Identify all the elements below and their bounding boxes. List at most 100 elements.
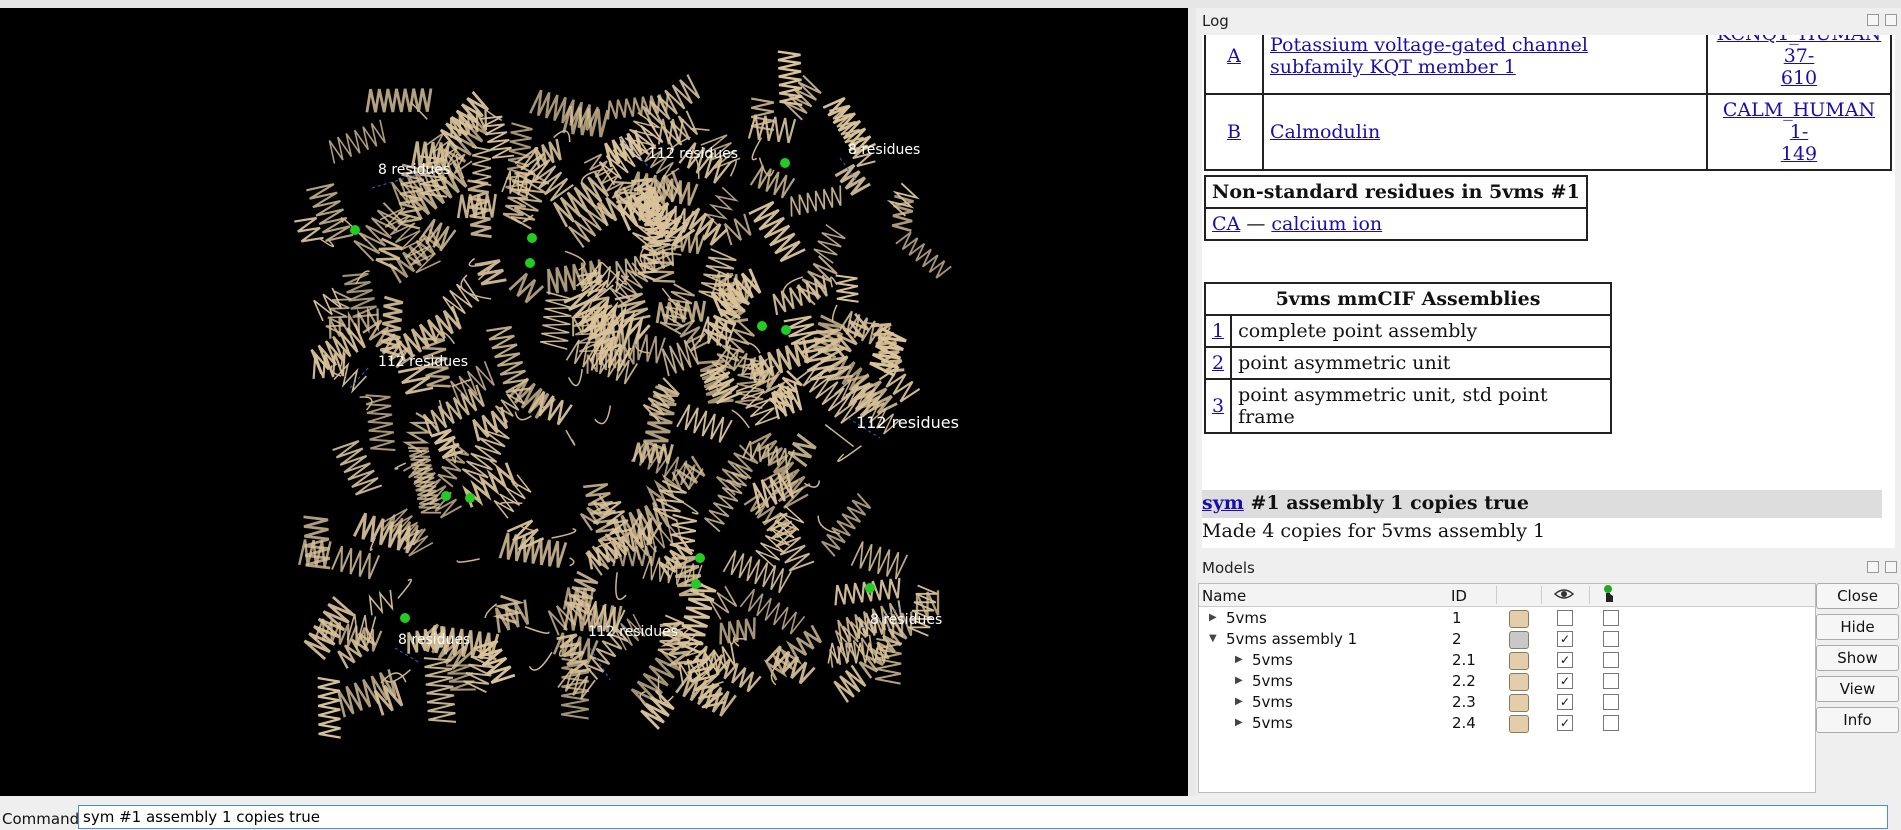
shown-checkbox[interactable] xyxy=(1557,610,1573,626)
helix-ribbon xyxy=(333,362,367,394)
helix-ribbon xyxy=(328,119,386,164)
close-icon[interactable] xyxy=(1885,14,1897,26)
assembly-link-1[interactable]: 1 xyxy=(1212,320,1224,342)
model-color-swatch[interactable] xyxy=(1509,715,1529,733)
model-row[interactable]: ▶ 5vms 2.2 ✓ xyxy=(1199,670,1815,691)
select-hand-icon[interactable] xyxy=(1601,585,1617,607)
range-link-b[interactable]: 1- 149 xyxy=(1781,121,1817,165)
view-button[interactable]: View xyxy=(1816,676,1899,702)
assembly-link-3[interactable]: 3 xyxy=(1212,395,1224,417)
table-row: 3 point asymmetric unit, std point frame xyxy=(1203,378,1612,434)
calcium-ion xyxy=(465,493,475,503)
helix-ribbon xyxy=(655,300,707,324)
select-checkbox[interactable] xyxy=(1603,715,1619,731)
model-id: 2.4 xyxy=(1452,714,1476,732)
chevron-down-icon[interactable]: ▼ xyxy=(1209,633,1217,644)
label-residues-br: 8 residues xyxy=(870,612,942,628)
calcium-ion xyxy=(350,225,360,235)
chain-desc-a[interactable]: Potassium voltage-gated channel subfamily… xyxy=(1270,35,1588,78)
shown-checkbox[interactable]: ✓ xyxy=(1557,715,1573,731)
helix-ribbon xyxy=(891,194,914,233)
select-checkbox[interactable] xyxy=(1603,673,1619,689)
column-id[interactable]: ID xyxy=(1451,587,1467,605)
coil-loop xyxy=(456,558,480,563)
show-button[interactable]: Show xyxy=(1816,645,1899,671)
model-color-swatch[interactable] xyxy=(1509,631,1529,649)
uniprot-link-b[interactable]: CALM_HUMAN xyxy=(1723,99,1875,121)
chain-link-a[interactable]: A xyxy=(1227,45,1241,67)
model-row[interactable]: ▼ 5vms assembly 1 2 ✓ xyxy=(1199,628,1815,649)
assembly-desc-1: complete point assembly xyxy=(1230,314,1612,348)
model-row[interactable]: ▶ 5vms 2.4 ✓ xyxy=(1199,712,1815,733)
coil-loop xyxy=(524,626,550,634)
info-button[interactable]: Info xyxy=(1816,707,1899,733)
chevron-right-icon[interactable]: ▶ xyxy=(1209,612,1217,623)
select-checkbox[interactable] xyxy=(1603,694,1619,710)
helix-ribbon xyxy=(508,272,545,304)
label-residues-bottom: 112 residues xyxy=(588,624,678,640)
table-row: B Calmodulin CALM_HUMAN 1- 149 xyxy=(1204,93,1892,171)
helix-ribbon xyxy=(741,440,796,468)
assembly-desc-3: point asymmetric unit, std point frame xyxy=(1230,378,1612,434)
model-id: 2.2 xyxy=(1452,672,1476,690)
range-a-start: 37- xyxy=(1783,45,1815,67)
model-color-swatch[interactable] xyxy=(1509,652,1529,670)
eye-icon[interactable] xyxy=(1553,586,1575,606)
log-output: Made 4 copies for 5vms assembly 1 xyxy=(1202,520,1546,542)
model-row[interactable]: ▶ 5vms 2.3 ✓ xyxy=(1199,691,1815,712)
calcium-ion xyxy=(400,613,410,623)
shown-checkbox[interactable]: ✓ xyxy=(1557,694,1573,710)
model-row[interactable]: ▶ 5vms 2.1 ✓ xyxy=(1199,649,1815,670)
shown-checkbox[interactable]: ✓ xyxy=(1557,673,1573,689)
calcium-ion xyxy=(525,258,535,268)
calcium-ion xyxy=(695,553,705,563)
close-button[interactable]: Close xyxy=(1816,583,1899,609)
select-checkbox[interactable] xyxy=(1603,652,1619,668)
column-name[interactable]: Name xyxy=(1202,587,1246,605)
label-residues-top: 112 residues xyxy=(648,146,738,162)
model-name: 5vms xyxy=(1226,609,1267,627)
model-color-swatch[interactable] xyxy=(1509,610,1529,628)
coil-loop xyxy=(751,137,763,161)
helix-ribbon xyxy=(813,223,846,264)
model-name: 5vms xyxy=(1252,693,1293,711)
model-row[interactable]: ▶ 5vms 1 xyxy=(1199,607,1815,628)
command-link-sym[interactable]: sym xyxy=(1202,492,1244,514)
coil-loop xyxy=(690,127,710,131)
chevron-right-icon[interactable]: ▶ xyxy=(1235,696,1243,707)
tree-rows: ▶ 5vms 1 ▼ 5vms assembly 1 2 ✓ ▶ 5vms 2.1 ✓ ▶ 5vms 2.… xyxy=(1199,607,1815,733)
assembly-link-2[interactable]: 2 xyxy=(1212,352,1224,374)
chain-link-b[interactable]: B xyxy=(1227,121,1241,143)
helix-ribbon xyxy=(365,394,396,451)
log-title: Log xyxy=(1202,12,1229,30)
chevron-right-icon[interactable]: ▶ xyxy=(1235,654,1243,665)
hide-button[interactable]: Hide xyxy=(1816,614,1899,640)
chain-desc-b[interactable]: Calmodulin xyxy=(1270,121,1380,143)
residue-name-link[interactable]: calcium ion xyxy=(1271,213,1382,235)
graphics-viewer[interactable]: 8 residues 112 residues 8 residues 112 r… xyxy=(0,8,1188,796)
helix-ribbon xyxy=(331,545,381,580)
residue-code-link[interactable]: CA xyxy=(1212,213,1240,235)
window-top-edge xyxy=(0,0,1901,8)
range-link-a[interactable]: 37- 610 xyxy=(1781,45,1817,89)
helix-ribbon xyxy=(297,539,332,568)
chevron-right-icon[interactable]: ▶ xyxy=(1235,675,1243,686)
float-icon[interactable] xyxy=(1867,561,1879,573)
shown-checkbox[interactable]: ✓ xyxy=(1557,631,1573,647)
shown-checkbox[interactable]: ✓ xyxy=(1557,652,1573,668)
command-input[interactable] xyxy=(78,805,1888,829)
panel-splitter[interactable] xyxy=(1188,8,1196,796)
chevron-right-icon[interactable]: ▶ xyxy=(1235,717,1243,728)
float-icon[interactable] xyxy=(1867,14,1879,26)
models-tree[interactable]: Name ID ▶ 5vms 1 ▼ 5vms assembly 1 2 ✓ ▶ 5vms 2.1… xyxy=(1198,583,1816,793)
helix-ribbon xyxy=(676,404,733,443)
select-checkbox[interactable] xyxy=(1603,610,1619,626)
model-color-swatch[interactable] xyxy=(1509,694,1529,712)
select-checkbox[interactable] xyxy=(1603,631,1619,647)
model-name: 5vms xyxy=(1252,651,1293,669)
log-content[interactable]: A Potassium voltage-gated channel subfami… xyxy=(1202,35,1895,548)
close-icon[interactable] xyxy=(1885,561,1897,573)
model-color-swatch[interactable] xyxy=(1509,673,1529,691)
molecule-render[interactable]: 8 residues 112 residues 8 residues 112 r… xyxy=(0,8,1188,796)
uniprot-link-a[interactable]: KCNQ1_HUMAN xyxy=(1717,35,1881,45)
